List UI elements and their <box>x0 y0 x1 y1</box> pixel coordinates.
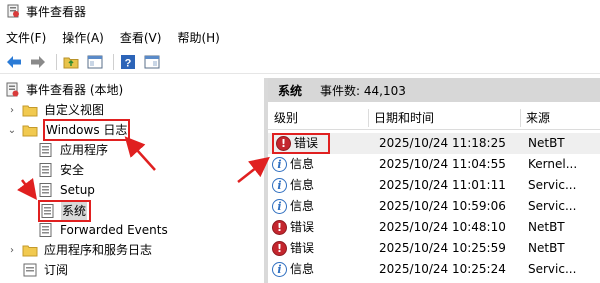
info-icon: i <box>272 262 287 277</box>
table-row[interactable]: i 信息 2025/10/24 11:01:11 Servic... <box>268 175 600 196</box>
level-cell: ! 错误 <box>272 217 366 238</box>
column-level[interactable]: 级别 <box>268 106 368 130</box>
help-icon[interactable]: ? <box>118 52 138 72</box>
back-icon[interactable] <box>4 52 24 72</box>
level-text: 信息 <box>290 199 315 213</box>
datetime-cell: 2025/10/24 11:18:25 <box>379 136 506 150</box>
level-cell: i 信息 <box>272 259 366 280</box>
chevron-right-icon[interactable]: › <box>6 244 18 256</box>
datetime-cell: 2025/10/24 11:01:11 <box>379 178 506 192</box>
level-cell: i 信息 <box>272 175 366 196</box>
log-header: 系统 事件数: 44,103 <box>268 78 600 102</box>
event-count: 事件数: 44,103 <box>320 83 406 98</box>
show-tree-icon[interactable] <box>85 52 105 72</box>
level-text: 信息 <box>290 157 315 171</box>
source-cell: Servic... <box>528 199 577 213</box>
event-viewer-icon <box>4 82 20 98</box>
menu-view[interactable]: 查看(V) <box>120 29 162 46</box>
datetime-cell: 2025/10/24 10:59:06 <box>379 199 506 213</box>
menu-action[interactable]: 操作(A) <box>62 29 104 46</box>
folder-icon <box>22 122 38 138</box>
title-bar: 事件查看器 <box>0 0 600 22</box>
source-cell: NetBT <box>528 220 565 234</box>
windows-logs-label: Windows 日志 <box>43 119 131 141</box>
info-icon: i <box>272 157 287 172</box>
tree-item-system[interactable]: 系统 <box>38 200 92 222</box>
toolbar: ? <box>0 50 600 74</box>
chevron-down-icon[interactable]: ⌄ <box>6 124 18 136</box>
toolbar-separator <box>113 53 114 70</box>
log-icon <box>38 182 54 198</box>
folder-up-icon[interactable] <box>61 52 81 72</box>
forward-icon[interactable] <box>28 52 48 72</box>
tree-item-subscriptions[interactable]: 订阅 <box>22 260 69 280</box>
tree-item-forwarded-events[interactable]: Forwarded Events <box>38 220 169 240</box>
datetime-cell: 2025/10/24 11:04:55 <box>379 157 506 171</box>
tree-item-windows-logs[interactable]: ⌄ Windows 日志 <box>6 119 131 141</box>
navigation-tree: 事件查看器 (本地) › 自定义视图 ⌄ Windows 日志 应用程序 安全 … <box>0 78 262 283</box>
chevron-right-icon[interactable]: › <box>6 104 18 116</box>
level-text: 错误 <box>290 241 315 255</box>
level-cell: i 信息 <box>272 196 366 217</box>
tree-item-custom-views[interactable]: › 自定义视图 <box>6 100 105 120</box>
error-icon: ! <box>272 220 287 235</box>
error-icon: ! <box>272 241 287 256</box>
source-cell: Servic... <box>528 178 577 192</box>
column-source[interactable]: 来源 <box>520 106 600 130</box>
source-cell: Servic... <box>528 262 577 276</box>
table-row[interactable]: i 信息 2025/10/24 10:25:24 Servic... <box>268 259 600 280</box>
table-header: 级别 日期和时间 来源 <box>268 106 600 130</box>
info-icon: i <box>272 178 287 193</box>
level-cell: i 信息 <box>272 154 366 175</box>
toolbar-separator <box>56 53 57 70</box>
menu-file[interactable]: 文件(F) <box>6 29 46 46</box>
column-datetime[interactable]: 日期和时间 <box>368 106 520 130</box>
level-text: 信息 <box>290 178 315 192</box>
datetime-cell: 2025/10/24 10:25:24 <box>379 262 506 276</box>
table-row[interactable]: ! 错误 2025/10/24 10:25:59 NetBT <box>268 238 600 259</box>
tree-item-application[interactable]: 应用程序 <box>38 140 109 160</box>
level-text: 错误 <box>290 220 315 234</box>
event-viewer-icon <box>6 4 20 18</box>
log-icon <box>38 142 54 158</box>
event-table: 级别 日期和时间 来源 ! 错误 2025/10/24 11:18:25 NetBT i… <box>268 106 600 283</box>
tree-item-root[interactable]: 事件查看器 (本地) <box>4 80 124 100</box>
folder-icon <box>22 242 38 258</box>
show-action-pane-icon[interactable] <box>142 52 162 72</box>
table-row[interactable]: i 信息 2025/10/24 10:59:06 Servic... <box>268 196 600 217</box>
menu-bar: 文件(F) 操作(A) 查看(V) 帮助(H) <box>0 26 600 48</box>
tree-item-app-services-logs[interactable]: › 应用程序和服务日志 <box>6 240 153 260</box>
level-cell: ! 错误 <box>272 238 366 259</box>
level-cell: ! 错误 <box>272 133 330 154</box>
log-title: 系统 <box>278 83 303 98</box>
datetime-cell: 2025/10/24 10:48:10 <box>379 220 506 234</box>
menu-help[interactable]: 帮助(H) <box>177 29 219 46</box>
svg-text:?: ? <box>125 57 132 69</box>
source-cell: Kernel... <box>528 157 578 171</box>
folder-icon <box>22 102 38 118</box>
log-icon <box>40 203 56 219</box>
level-text: 信息 <box>290 262 315 276</box>
info-icon: i <box>272 199 287 214</box>
log-icon <box>38 222 54 238</box>
log-icon <box>38 162 54 178</box>
datetime-cell: 2025/10/24 10:25:59 <box>379 241 506 255</box>
window-title: 事件查看器 <box>26 4 87 19</box>
table-row[interactable]: ! 错误 2025/10/24 10:48:10 NetBT <box>268 217 600 238</box>
table-row[interactable]: ! 错误 2025/10/24 11:18:25 NetBT <box>268 133 600 154</box>
source-cell: NetBT <box>528 241 565 255</box>
level-text: 错误 <box>294 136 319 150</box>
subscription-icon <box>22 262 38 278</box>
error-icon: ! <box>276 136 291 151</box>
source-cell: NetBT <box>528 136 565 150</box>
tree-item-setup[interactable]: Setup <box>38 180 96 200</box>
tree-item-security[interactable]: 安全 <box>38 160 85 180</box>
table-row[interactable]: i 信息 2025/10/24 11:04:55 Kernel... <box>268 154 600 175</box>
